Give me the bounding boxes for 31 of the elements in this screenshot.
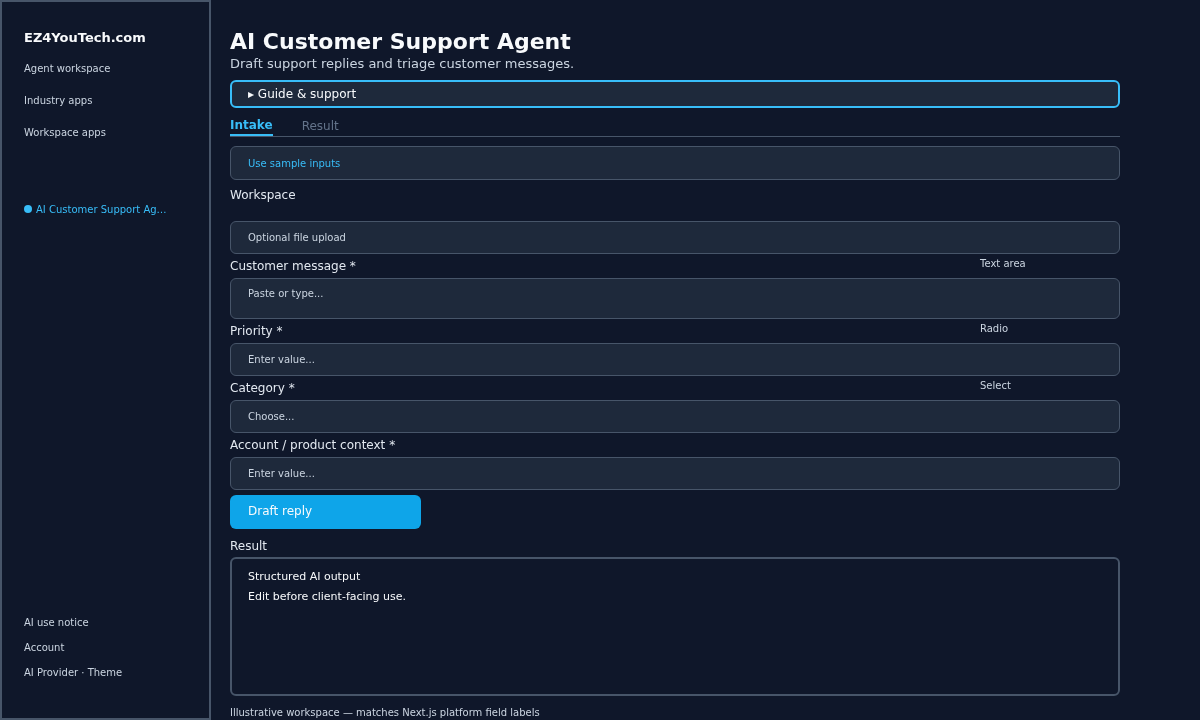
message-textarea[interactable]: Paste or type...: [230, 278, 1120, 320]
file-upload-field[interactable]: Optional file upload: [230, 221, 1120, 255]
field-type-hint: Select: [980, 379, 1012, 394]
field-type-hint: Text area: [980, 257, 1027, 272]
tab[interactable]: Intake: [230, 115, 273, 137]
result-text: Structured AI output: [248, 569, 362, 586]
field-label: Priority *: [230, 323, 283, 341]
footer-link[interactable]: Account: [24, 640, 187, 655]
field-label: Customer message *: [230, 258, 356, 276]
tab[interactable]: Result: [301, 115, 339, 137]
page-subtitle: Draft support replies and triage customer messages.: [230, 56, 576, 72]
field-label: Category *: [230, 380, 295, 398]
sample-inputs-link[interactable]: Use sample inputs: [248, 155, 341, 171]
brand-name: EZ4YouTech.com: [24, 29, 147, 47]
field-label: Workspace: [230, 187, 296, 205]
field-label: Account / product context *: [230, 437, 396, 455]
footer-link[interactable]: AI Provider · Theme: [24, 665, 187, 680]
select-field[interactable]: Choose...: [230, 400, 1120, 434]
footer-link[interactable]: AI use notice: [24, 615, 187, 630]
nav-link[interactable]: Industry apps: [24, 92, 187, 108]
nav-link[interactable]: Workspace apps: [24, 124, 187, 140]
footnote: Illustrative workspace — matches Next.js platform field labels: [230, 706, 541, 720]
page-title: AI Customer Support Agent: [230, 28, 572, 56]
text-input-field[interactable]: Enter value...: [230, 343, 1120, 377]
text-input-field[interactable]: Enter value...: [230, 457, 1120, 491]
field-type-hint: Radio: [980, 322, 1010, 337]
result-text: Edit before client-facing use.: [248, 588, 407, 605]
nav-link[interactable]: Agent workspace: [24, 60, 187, 76]
nav-link[interactable]: AI Customer Support Ag…: [24, 201, 187, 217]
guide-toggle[interactable]: ▸ Guide & support: [230, 80, 1120, 109]
result-label: Result: [230, 538, 269, 556]
